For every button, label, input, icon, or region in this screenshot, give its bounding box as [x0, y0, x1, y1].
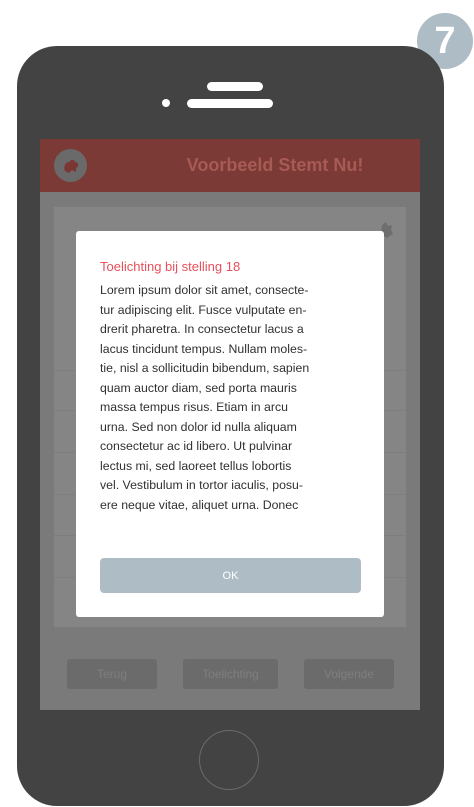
modal-text-line: ere neque vitae, aliquet urna. Donec: [100, 497, 299, 512]
explain-button[interactable]: Toelichting: [183, 659, 278, 689]
modal-text-line: consectetur ac id libero. Ut pulvinar: [100, 439, 293, 453]
app-header: Voorbeeld Stemt Nu!: [40, 139, 420, 192]
modal-text-line: quam auctor diam, sed porta mauris: [100, 380, 297, 395]
modal-text-line: tur adipiscing elit. Fusce vulputate en-: [100, 302, 307, 317]
speaker-bar-bottom: [187, 99, 273, 108]
logo-icon[interactable]: [54, 149, 87, 182]
back-button[interactable]: Terug: [67, 659, 157, 689]
modal-text-line: lectus mi, sed laoreet tellus lobortis: [100, 458, 292, 473]
modal-text-line: lacus tincidunt tempus. Nullam moles-: [100, 341, 308, 356]
modal-text-line: urna. Sed non dolor id nulla aliquam: [100, 419, 297, 434]
modal-text-line: vel. Vestibulum in tortor iaculis, posu-: [100, 478, 303, 492]
app-title: Voorbeeld Stemt Nu!: [186, 155, 364, 175]
modal-text-line: drerit pharetra. In consectetur lacus a: [100, 322, 304, 336]
home-button[interactable]: [199, 730, 259, 790]
modal-title: Toelichting bij stelling 18: [100, 259, 241, 274]
modal-text-line: tie, nisl a sollicitudin bibendum, sapie…: [100, 361, 310, 375]
front-camera: [162, 99, 170, 107]
explanation-modal: Toelichting bij stelling 18 Lorem ipsum …: [76, 231, 384, 617]
modal-body: Lorem ipsum dolor sit amet, consecte- tu…: [100, 281, 362, 515]
next-button[interactable]: Volgende: [304, 659, 394, 689]
modal-text-line: massa tempus risus. Etiam in arcu: [100, 400, 288, 414]
modal-text-line: Lorem ipsum dolor sit amet, consecte-: [100, 283, 309, 297]
speaker-bar-top: [207, 82, 263, 91]
ok-button[interactable]: OK: [100, 558, 361, 593]
